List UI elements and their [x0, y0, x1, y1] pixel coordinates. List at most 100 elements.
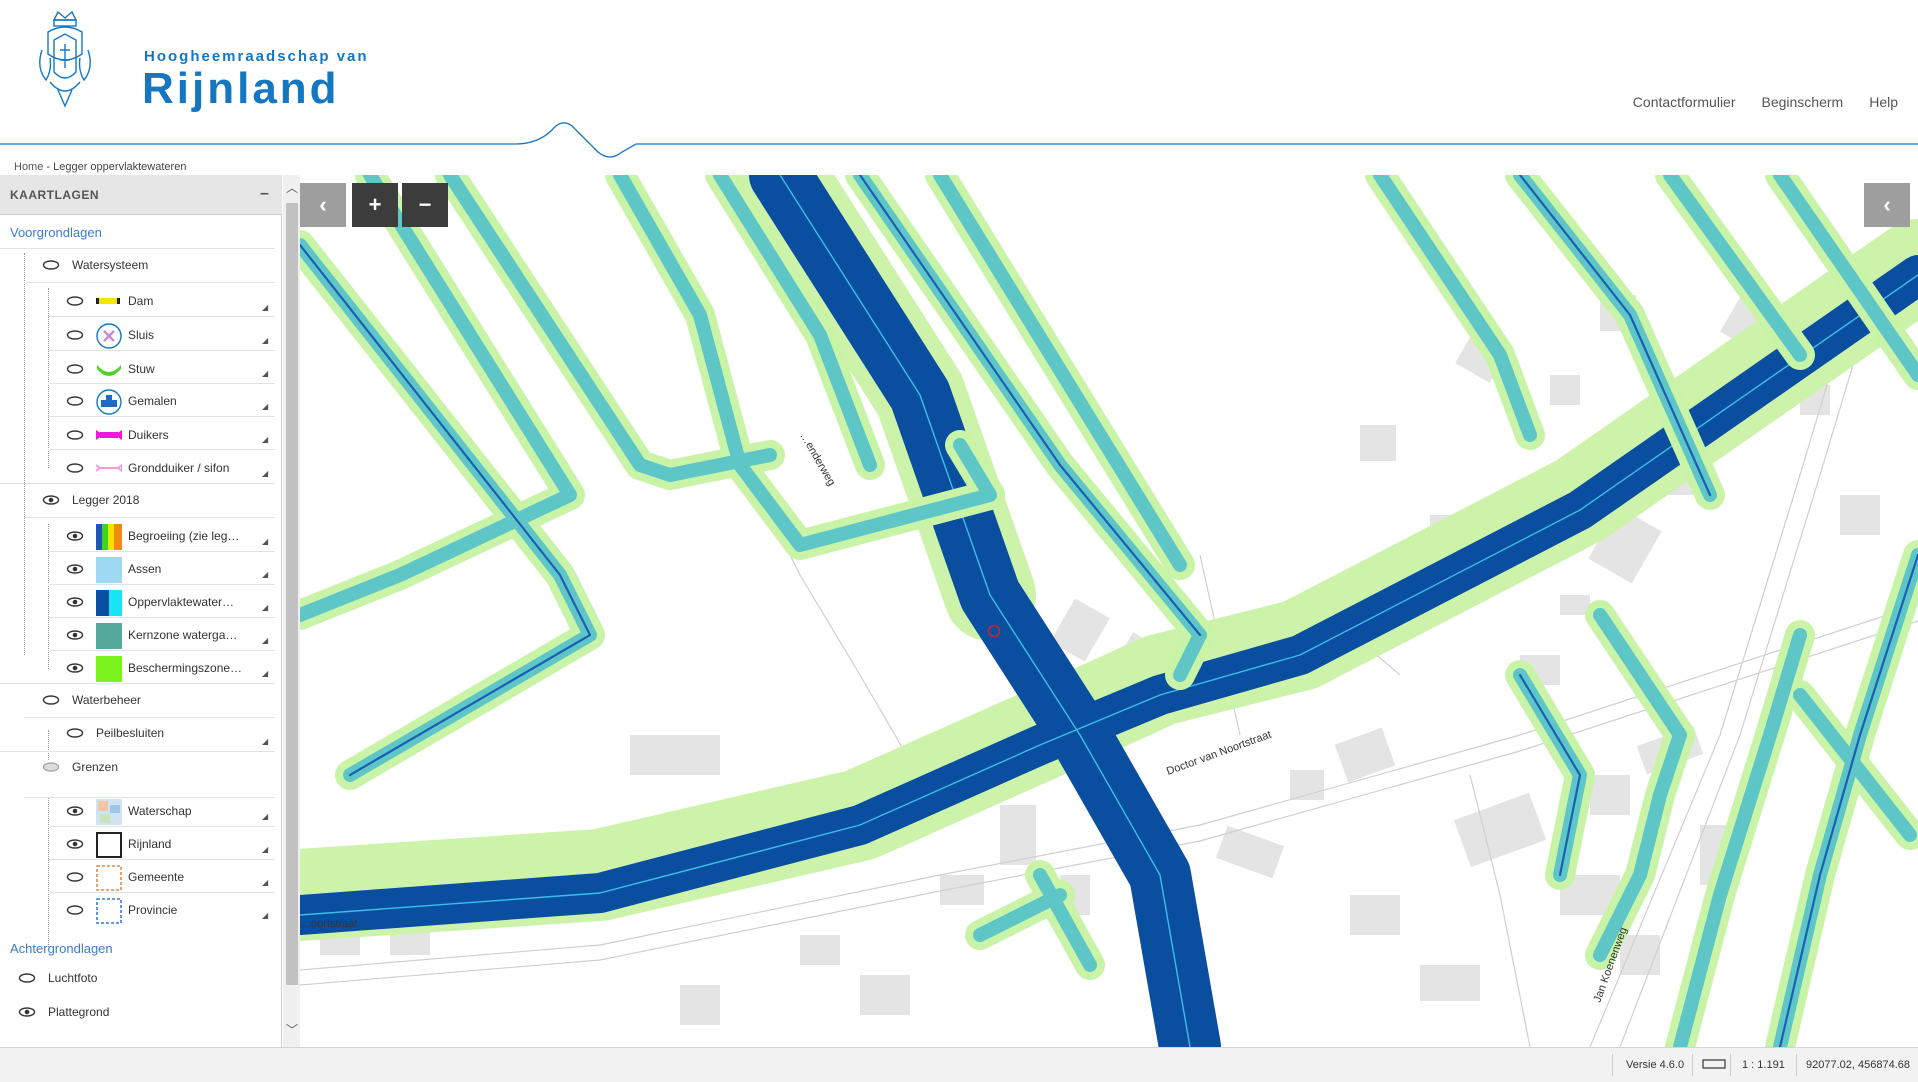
eye-open-icon[interactable] [66, 630, 84, 640]
breadcrumb-home[interactable]: Home [14, 161, 43, 173]
expand-triangle-icon[interactable]: ◢ [262, 845, 268, 854]
expand-triangle-icon[interactable]: ◢ [262, 878, 268, 887]
divider [48, 826, 275, 827]
layer-item-gemalen[interactable]: Gemalen [66, 389, 177, 415]
layer-item-kernzone[interactable]: Kernzone waterga… [66, 623, 237, 649]
expand-triangle-icon[interactable]: ◢ [262, 402, 268, 411]
eye-closed-icon[interactable] [66, 330, 84, 340]
eye-open-icon[interactable] [66, 839, 84, 849]
eye-closed-icon[interactable] [66, 905, 84, 915]
duiker-symbol-icon [96, 423, 122, 447]
expand-triangle-icon[interactable]: ◢ [262, 911, 268, 920]
panel-scrollbar[interactable]: ︿ ﹀ [283, 175, 301, 1047]
layer-item-grondduiker[interactable]: Grondduiker / sifon [66, 456, 229, 480]
layer-group-grenzen[interactable]: Grenzen [42, 760, 118, 774]
eye-closed-icon[interactable] [66, 430, 84, 440]
oppervlaktewater-swatch-icon [96, 590, 122, 616]
back-button[interactable]: ‹ [300, 183, 346, 227]
layer-item-begroeiing[interactable]: Begroeiing (zie leg… [66, 524, 239, 550]
expand-triangle-icon[interactable]: ◢ [262, 737, 268, 746]
expand-triangle-icon[interactable]: ◢ [262, 435, 268, 444]
map-canvas[interactable]: Doctor van Noortstraat Jan Koenenweg …oo… [300, 175, 1918, 1047]
expand-triangle-icon[interactable]: ◢ [262, 537, 268, 546]
layer-item-peilbesluiten[interactable]: Peilbesluiten [66, 726, 164, 740]
side-panel-toggle-button[interactable]: ‹ [1864, 183, 1910, 227]
background-layers-heading: Achtergrondlagen [10, 941, 113, 956]
divider [48, 383, 275, 384]
eye-closed-icon[interactable] [66, 364, 84, 374]
layer-item-oppervlaktewater[interactable]: Oppervlaktewater… [66, 590, 235, 616]
eye-open-icon[interactable] [66, 663, 84, 673]
expand-triangle-icon[interactable]: ◢ [262, 669, 268, 678]
layer-item-duikers[interactable]: Duikers [66, 423, 169, 447]
nav-contactformulier[interactable]: Contactformulier [1633, 94, 1736, 110]
expand-triangle-icon[interactable]: ◢ [262, 369, 268, 378]
rijnland-crest-logo [39, 10, 91, 108]
layer-group-watersysteem[interactable]: Watersysteem [42, 258, 148, 272]
expand-triangle-icon[interactable]: ◢ [262, 469, 268, 478]
begroeiing-swatch-icon [96, 524, 122, 550]
layer-item-sluis[interactable]: Sluis [66, 323, 155, 349]
eye-open-icon[interactable] [18, 1007, 36, 1017]
eye-closed-icon[interactable] [66, 396, 84, 406]
expand-triangle-icon[interactable]: ◢ [262, 336, 268, 345]
eye-open-icon[interactable] [66, 806, 84, 816]
expand-triangle-icon[interactable]: ◢ [262, 603, 268, 612]
panel-title: KAARTLAGEN [10, 188, 99, 202]
zoom-out-button[interactable]: − [402, 183, 448, 227]
layer-item-dam[interactable]: Dam [66, 289, 153, 313]
eye-closed-icon[interactable] [66, 463, 84, 473]
breadcrumb-separator: - [43, 161, 54, 173]
street-label: …enderweg [797, 431, 837, 488]
brand-subtitle: Hoogheemraadschap van [144, 48, 369, 65]
tree-connector [48, 524, 49, 669]
minus-icon[interactable]: – [260, 185, 269, 203]
tree-connector [48, 730, 49, 760]
layer-label: Oppervlaktewater… [128, 595, 235, 609]
eye-closed-icon[interactable] [66, 872, 84, 882]
eye-closed-icon[interactable] [42, 260, 60, 270]
eye-open-icon[interactable] [66, 531, 84, 541]
zoom-in-button[interactable]: + [352, 183, 398, 227]
scrollbar-thumb[interactable] [286, 203, 298, 985]
eye-partial-icon[interactable] [42, 762, 60, 772]
sluis-symbol-icon [96, 323, 122, 349]
divider [48, 416, 275, 417]
eye-closed-icon[interactable] [42, 695, 60, 705]
chevron-down-icon[interactable]: ﹀ [286, 1021, 298, 1038]
layer-label: Sluis [128, 328, 155, 342]
street-label: …oortstraat [300, 918, 357, 930]
layer-group-waterbeheer[interactable]: Waterbeheer [42, 693, 141, 707]
eye-open-icon[interactable] [42, 495, 60, 505]
scale-bar-icon [1702, 1058, 1726, 1073]
background-layer-plattegrond[interactable]: Plattegrond [18, 1005, 109, 1019]
divider [0, 483, 275, 484]
eye-open-icon[interactable] [66, 564, 84, 574]
chevron-up-icon[interactable]: ︿ [286, 179, 298, 196]
layer-label: Stuw [128, 362, 155, 376]
nav-help[interactable]: Help [1869, 94, 1898, 110]
expand-triangle-icon[interactable]: ◢ [262, 570, 268, 579]
layer-group-label: Legger 2018 [72, 493, 140, 507]
panel-header: KAARTLAGEN – [0, 175, 282, 215]
eye-closed-icon[interactable] [66, 296, 84, 306]
layer-item-provincie[interactable]: Provincie [66, 898, 177, 924]
eye-closed-icon[interactable] [66, 728, 84, 738]
eye-open-icon[interactable] [66, 597, 84, 607]
background-layer-luchtfoto[interactable]: Luchtfoto [18, 971, 97, 985]
expand-triangle-icon[interactable]: ◢ [262, 812, 268, 821]
expand-triangle-icon[interactable]: ◢ [262, 303, 268, 312]
waterschap-swatch-icon [96, 799, 122, 825]
nav-beginscherm[interactable]: Beginscherm [1762, 94, 1844, 110]
layer-item-stuw[interactable]: Stuw [66, 357, 155, 381]
eye-closed-icon[interactable] [18, 973, 36, 983]
layer-item-beschermingszone[interactable]: Beschermingszone… [66, 656, 242, 682]
layer-item-gemeente[interactable]: Gemeente [66, 865, 184, 891]
layer-item-rijnland[interactable]: Rijnland [66, 832, 171, 858]
dam-symbol-icon [96, 289, 120, 313]
layer-group-legger-2018[interactable]: Legger 2018 [42, 493, 139, 507]
layer-item-assen[interactable]: Assen [66, 557, 161, 583]
expand-triangle-icon[interactable]: ◢ [262, 636, 268, 645]
layer-item-waterschap[interactable]: Waterschap [66, 799, 192, 825]
map-view[interactable]: Doctor van Noortstraat Jan Koenenweg …oo… [300, 175, 1918, 1047]
